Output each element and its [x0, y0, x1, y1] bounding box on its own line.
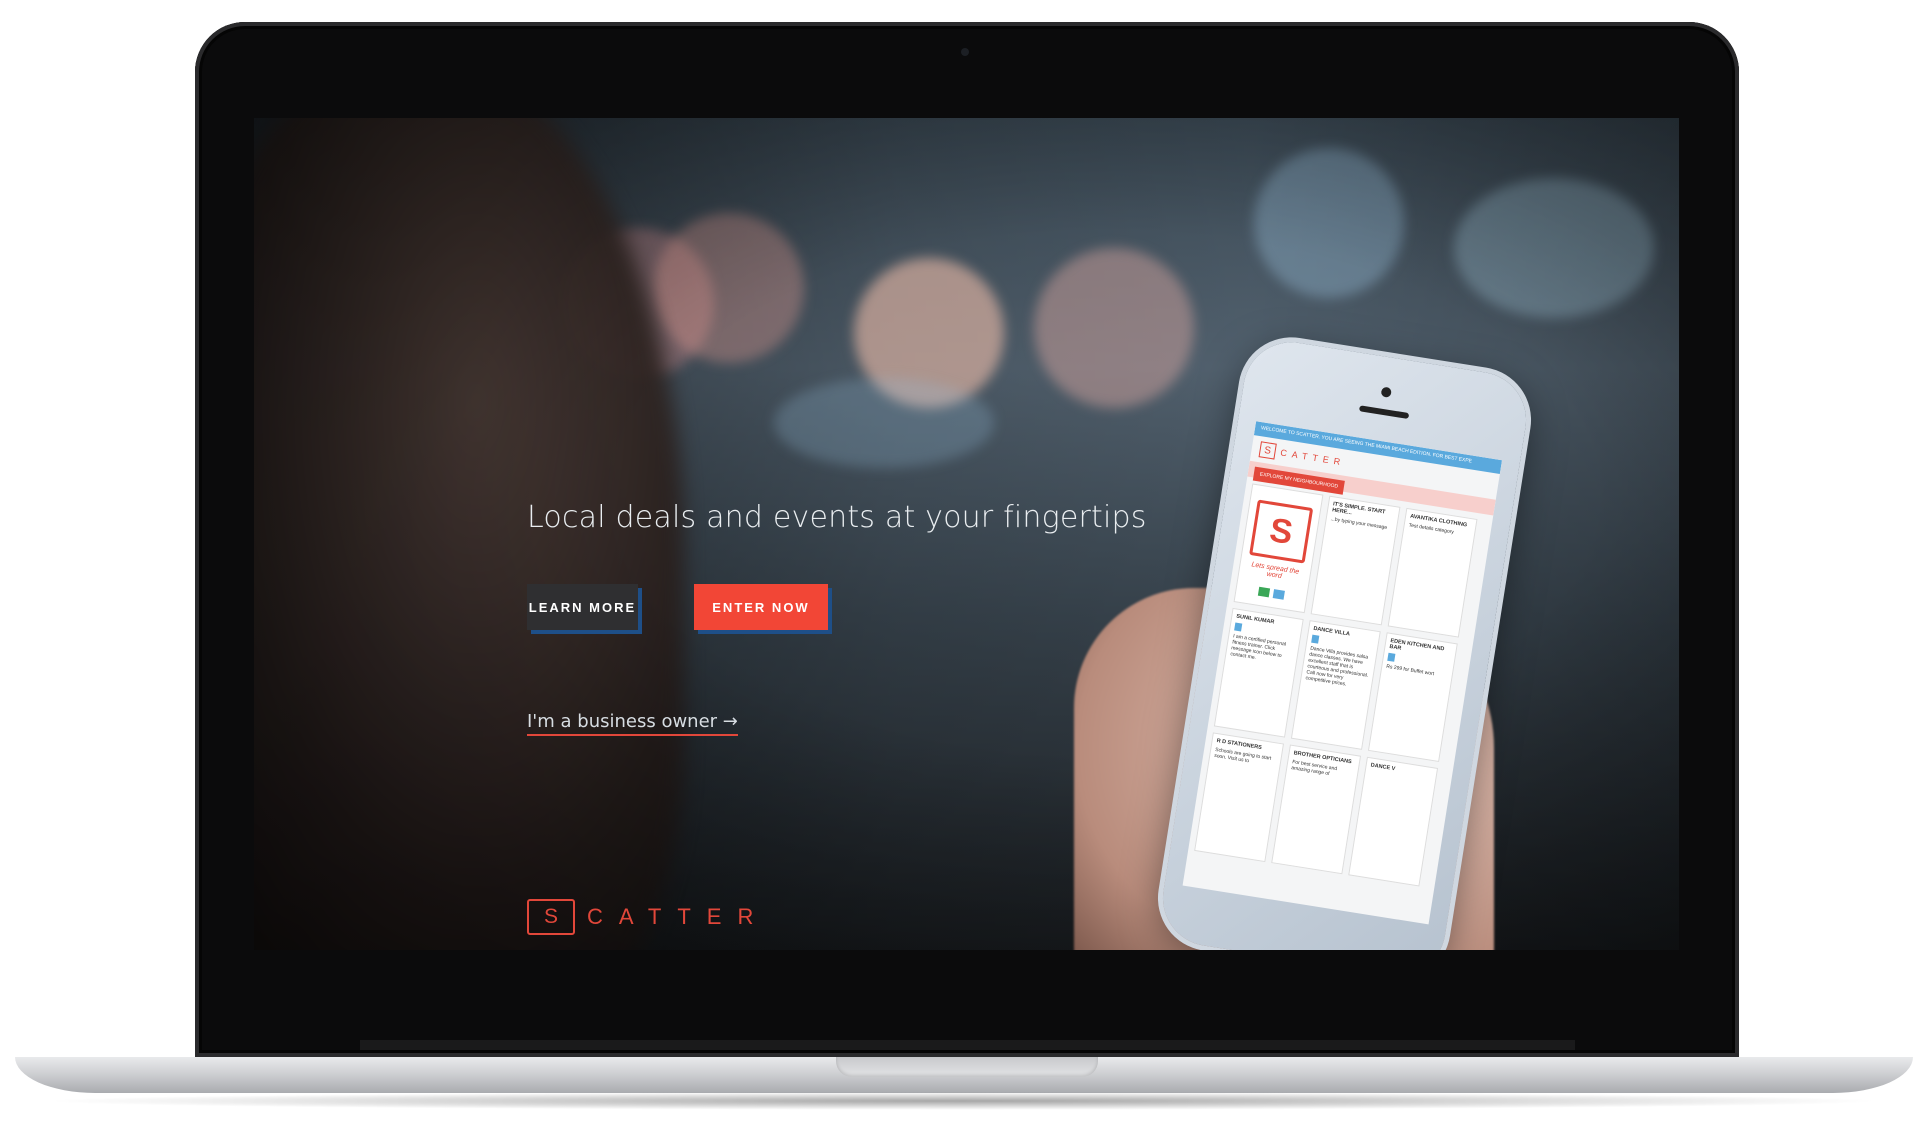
logo-wordmark: CATTER: [587, 904, 770, 929]
phone-speaker: [1358, 405, 1410, 420]
phone-card: DANCE VILLA Dance Villa provides salsa d…: [1290, 620, 1381, 750]
phone-blue-button[interactable]: [1272, 589, 1286, 600]
phone-card: AVANTIKA CLOTHING Test details category: [1387, 507, 1478, 638]
card-title: DANCE V: [1370, 762, 1396, 773]
phone-brand-card: S Lets spread the word: [1233, 483, 1324, 614]
phone-card: IT'S SIMPLE. START HERE... ...by typing y…: [1310, 495, 1401, 626]
card-text: I am a certified personal fitness traine…: [1229, 633, 1287, 662]
scatter-logo[interactable]: S CATTER: [527, 899, 769, 935]
enter-now-button[interactable]: ENTER NOW: [694, 584, 828, 630]
phone-card: DANCE V: [1348, 756, 1439, 887]
phone-card-grid: S Lets spread the word IT'S SIMPLE. STAR…: [1187, 477, 1493, 895]
learn-more-button[interactable]: LEARN MORE: [527, 584, 638, 630]
phone-logo-mark: S: [1258, 441, 1277, 460]
phone-logo-wordmark: CATTER: [1279, 447, 1346, 468]
laptop-shadow: [40, 1092, 1886, 1110]
card-text: Dance Villa provides salsa dance classes…: [1305, 645, 1369, 688]
phone-card: R D STATIONERS Schools are going to start…: [1194, 732, 1285, 863]
phone-big-logo: S: [1249, 499, 1314, 564]
follow-tag[interactable]: [1387, 652, 1396, 662]
phone-screen: WELCOME TO SCATTER. YOU ARE SEEING THE M…: [1182, 421, 1503, 925]
phone-card: EDEN KITCHEN AND BAR Rs 299 for Buffet w…: [1367, 632, 1458, 763]
card-title: DANCE VILLA: [1312, 625, 1351, 638]
logo-mark: S: [527, 899, 575, 935]
follow-tag[interactable]: [1234, 622, 1243, 632]
phone-tagline: Lets spread the word: [1250, 561, 1300, 581]
card-text: Rs 299 for Buffet wort: [1385, 663, 1435, 678]
business-owner-link[interactable]: I'm a business owner →: [527, 711, 738, 736]
follow-tag[interactable]: [1311, 634, 1320, 644]
phone-green-button[interactable]: [1257, 586, 1271, 598]
laptop-hinge: [360, 1040, 1575, 1050]
phone-brand-buttons: [1240, 584, 1303, 603]
laptop-notch: [836, 1057, 1098, 1077]
website-hero: Local deals and events at your fingertip…: [254, 118, 1679, 950]
laptop-camera: [961, 48, 969, 56]
hero-title: Local deals and events at your fingertip…: [527, 500, 1147, 535]
phone-card: SUNIL KUMAR I am a certified personal fi…: [1213, 607, 1304, 738]
phone-camera: [1380, 386, 1392, 398]
card-title: SUNIL KUMAR: [1235, 613, 1275, 626]
phone-card: BROTHER OPTICIANS For best service and am…: [1271, 744, 1362, 875]
card-title: EDEN KITCHEN AND BAR: [1388, 637, 1445, 653]
